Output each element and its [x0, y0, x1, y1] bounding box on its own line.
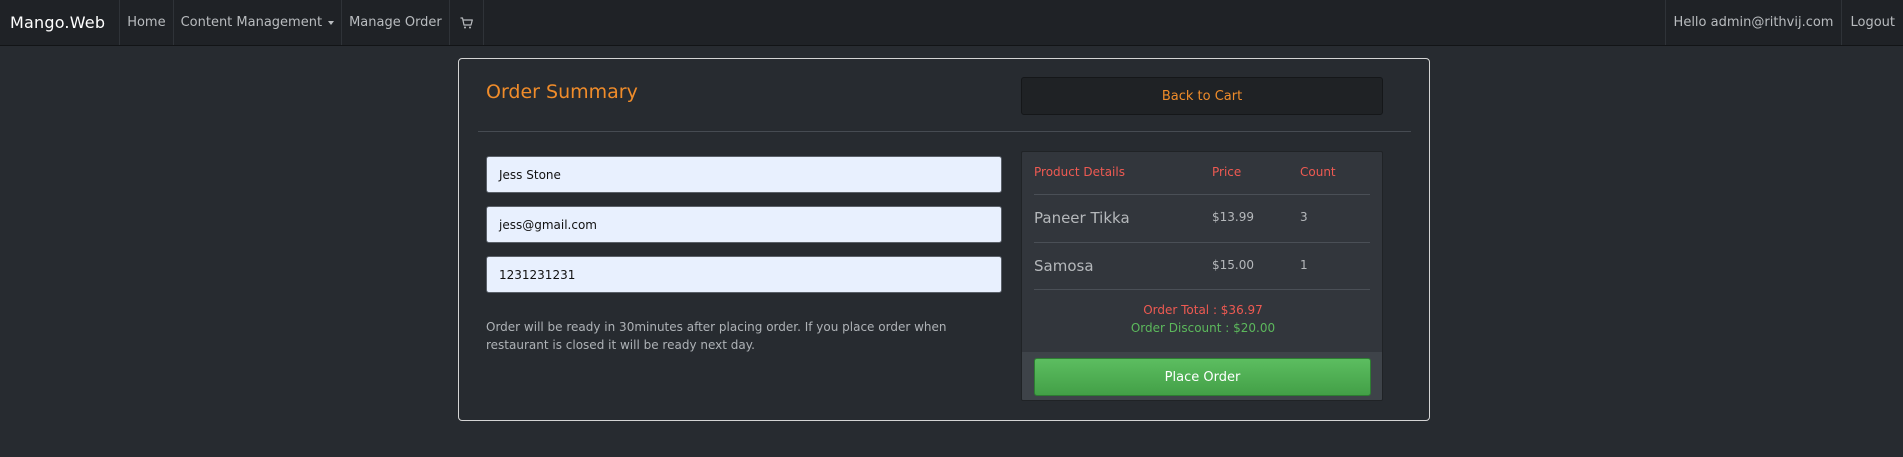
name-input[interactable]: Jess Stone [486, 156, 1002, 193]
header-count: Count [1300, 165, 1336, 179]
panel-footer: Place Order [1022, 352, 1382, 400]
nav-greeting[interactable]: Hello admin@rithvij.com [1664, 0, 1842, 45]
nav-right: Hello admin@rithvij.com Logout [1664, 0, 1903, 45]
item-price: $13.99 [1212, 210, 1254, 224]
brand-link[interactable]: Mango.Web [0, 0, 121, 45]
item-count: 1 [1300, 258, 1308, 272]
item-name: Paneer Tikka [1034, 209, 1130, 227]
order-note: Order will be ready in 30minutes after p… [486, 320, 947, 352]
caret-down-icon [328, 20, 335, 25]
back-to-cart-button[interactable]: Back to Cart [1021, 77, 1383, 115]
cart-icon [460, 16, 473, 28]
item-price: $15.00 [1212, 258, 1254, 272]
nav-content-management-label: Content Management [180, 15, 323, 30]
item-count: 3 [1300, 210, 1308, 224]
header-divider [478, 131, 1411, 132]
order-details-panel: Product Details Price Count Paneer Tikka… [1021, 151, 1383, 401]
nav-manage-order[interactable]: Manage Order [342, 0, 450, 45]
nav-logout[interactable]: Logout [1841, 0, 1903, 45]
order-summary-card: Order Summary Back to Cart Jess Stone je… [458, 58, 1430, 421]
nav-cart[interactable] [450, 0, 484, 45]
phone-input[interactable]: 1231231231 [486, 256, 1002, 293]
navbar: Mango.Web Home Content Management Manage… [0, 0, 1903, 46]
row-divider [1034, 242, 1370, 243]
header-product-details: Product Details [1034, 165, 1125, 179]
email-input[interactable]: jess@gmail.com [486, 206, 1002, 243]
header-price: Price [1212, 165, 1242, 179]
item-name: Samosa [1034, 257, 1094, 275]
nav-content-management-dropdown[interactable]: Content Management [174, 0, 343, 45]
row-divider [1034, 194, 1370, 195]
order-discount: Order Discount : $20.00 [1130, 321, 1276, 335]
page-title: Order Summary [486, 81, 638, 103]
order-total: Order Total : $36.97 [1143, 303, 1263, 317]
nav-home[interactable]: Home [120, 0, 174, 45]
row-divider [1034, 289, 1370, 290]
place-order-button[interactable]: Place Order [1034, 358, 1371, 396]
